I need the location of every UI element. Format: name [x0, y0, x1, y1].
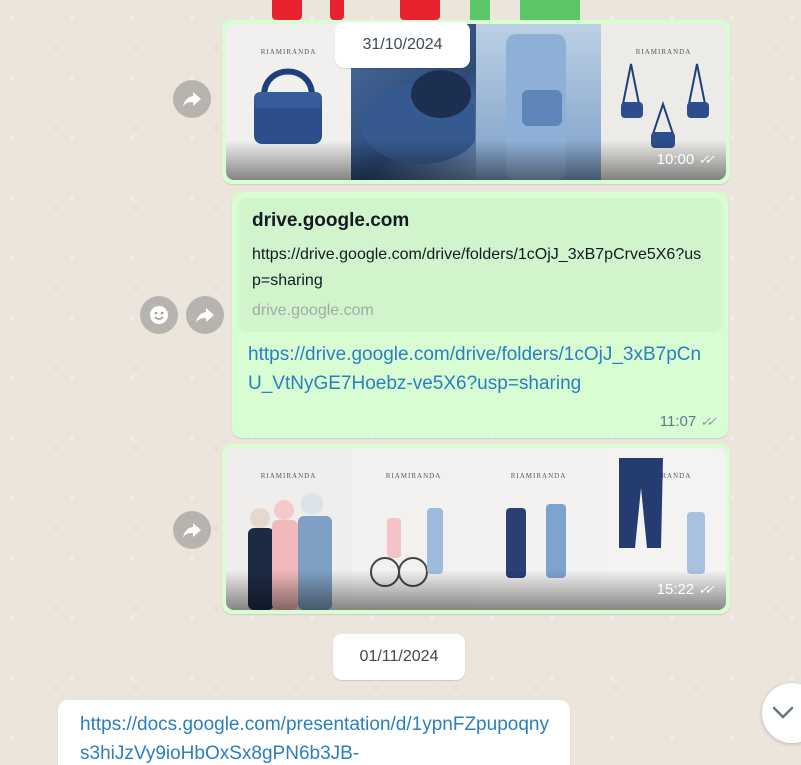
forward-button[interactable]: [186, 296, 224, 334]
forward-button[interactable]: [173, 80, 211, 118]
react-button[interactable]: [140, 296, 178, 334]
forward-button[interactable]: [173, 511, 211, 549]
date-label: 31/10/2024: [362, 36, 443, 53]
date-label: 01/11/2024: [359, 648, 439, 665]
header-decoration: [272, 0, 302, 20]
image-album[interactable]: RIAMIRANDA RIAMIRANDA RIAMIRANDA RIAMIRA…: [226, 448, 726, 610]
date-separator: 31/10/2024: [335, 22, 470, 68]
image-album[interactable]: RIAMIRANDA RIAMIRANDA 10:00 ✓✓: [226, 24, 726, 180]
preview-domain: drive.google.com: [252, 302, 374, 319]
incoming-link-message[interactable]: https://docs.google.com/presentation/d/1…: [58, 700, 570, 765]
preview-description: https://drive.google.com/drive/folders/1…: [252, 246, 702, 289]
chevron-down-icon: [772, 706, 794, 719]
header-decoration: [520, 0, 580, 20]
message-time: 11:07 ✓✓: [659, 413, 717, 430]
time-label: 11:07: [659, 413, 697, 430]
header-decoration: [400, 0, 440, 20]
double-check-icon: ✓✓: [698, 151, 715, 167]
double-check-icon: ✓✓: [700, 413, 717, 429]
header-decoration: [330, 0, 344, 20]
preview-title: drive.google.com: [252, 210, 410, 231]
forward-arrow-icon: [183, 523, 201, 538]
header-decoration: [470, 0, 490, 20]
time-label: 15:22: [656, 581, 695, 598]
message-link[interactable]: https://docs.google.com/presentation/d/1…: [80, 710, 552, 765]
image-shade: [226, 570, 726, 610]
link-preview-card[interactable]: drive.google.com https://drive.google.co…: [238, 198, 722, 332]
message-link[interactable]: https://drive.google.com/drive/folders/1…: [248, 340, 712, 398]
date-separator: 01/11/2024: [333, 634, 465, 680]
link-message[interactable]: drive.google.com https://drive.google.co…: [232, 192, 728, 438]
message-time: 15:22 ✓✓: [656, 581, 715, 598]
forward-arrow-icon: [183, 92, 201, 107]
message-time: 10:00 ✓✓: [656, 151, 715, 168]
smiley-icon: [150, 306, 168, 324]
image-album-message[interactable]: RIAMIRANDA RIAMIRANDA RIAMIRANDA RIAMIRA…: [222, 444, 730, 614]
image-album-message[interactable]: RIAMIRANDA RIAMIRANDA 10:00 ✓✓: [222, 20, 730, 184]
image-shade: [226, 140, 726, 180]
time-label: 10:00: [656, 151, 695, 168]
double-check-icon: ✓✓: [698, 581, 715, 597]
forward-arrow-icon: [196, 308, 214, 323]
